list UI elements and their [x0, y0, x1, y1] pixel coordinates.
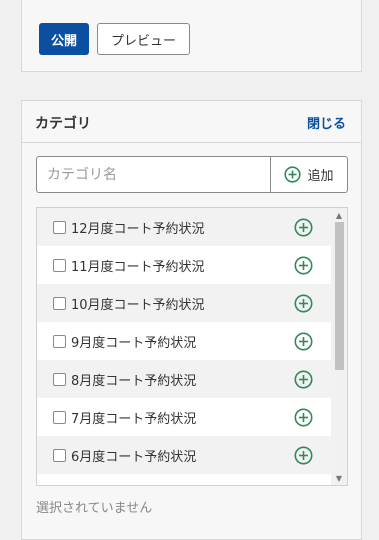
add-category-button[interactable]: 追加 [270, 157, 347, 192]
category-checkbox[interactable] [53, 410, 66, 424]
category-checkbox[interactable] [53, 334, 66, 348]
category-label: 8月度コート予約状況 [71, 373, 197, 389]
category-checkbox[interactable] [53, 296, 66, 310]
list-scrollbar[interactable]: ▲ ▼ [331, 208, 347, 485]
list-item: 10月度コート予約状況 [37, 284, 331, 322]
category-header: カテゴリ 閉じる [22, 101, 361, 143]
list-item: 6月度コート予約状況 [37, 436, 331, 474]
list-item: 8月度コート予約状況 [37, 360, 331, 398]
category-label: 6月度コート予約状況 [71, 449, 197, 465]
category-checkbox[interactable] [53, 220, 66, 234]
category-label: 7月度コート予約状況 [71, 411, 197, 427]
triangle-down-icon[interactable]: ▼ [331, 471, 347, 485]
category-title: カテゴリ [35, 116, 91, 132]
add-category-label: 追加 [307, 169, 334, 184]
category-name-input[interactable] [37, 157, 270, 192]
plus-circle-icon[interactable] [294, 446, 313, 465]
publish-panel: 公開 プレビュー [21, 0, 362, 72]
list-item: 9月度コート予約状況 [37, 322, 331, 360]
preview-button[interactable]: プレビュー [97, 23, 190, 55]
plus-circle-icon[interactable] [294, 332, 313, 351]
category-label: 9月度コート予約状況 [71, 335, 197, 351]
plus-circle-icon[interactable] [294, 256, 313, 275]
window-edge [372, 0, 379, 529]
plus-circle-icon[interactable] [294, 218, 313, 237]
publish-button[interactable]: 公開 [39, 23, 89, 55]
scrollbar-thumb[interactable] [335, 222, 344, 370]
category-panel: カテゴリ 閉じる 追加 12月度コート予約状況 11月度コート予 [21, 100, 362, 540]
category-label: 11月度コート予約状況 [71, 259, 205, 275]
plus-circle-icon [284, 166, 302, 183]
close-link[interactable]: 閉じる [307, 113, 346, 132]
plus-circle-icon[interactable] [294, 370, 313, 389]
triangle-up-icon[interactable]: ▲ [331, 208, 347, 222]
category-checkbox[interactable] [53, 372, 66, 386]
list-item: 7月度コート予約状況 [37, 398, 331, 436]
category-checkbox[interactable] [53, 448, 66, 462]
plus-circle-icon[interactable] [294, 294, 313, 313]
list-item: 11月度コート予約状況 [37, 246, 331, 284]
category-search-field: 追加 [36, 156, 348, 193]
category-checkbox[interactable] [53, 258, 66, 272]
selection-status: 選択されていません [36, 501, 153, 516]
plus-circle-icon[interactable] [294, 408, 313, 427]
category-label: 10月度コート予約状況 [71, 297, 205, 313]
category-label: 12月度コート予約状況 [71, 221, 205, 237]
list-item: 12月度コート予約状況 [37, 208, 331, 246]
category-list: 12月度コート予約状況 11月度コート予約状況 10月度コート予約状況 9月度コ… [36, 207, 348, 486]
